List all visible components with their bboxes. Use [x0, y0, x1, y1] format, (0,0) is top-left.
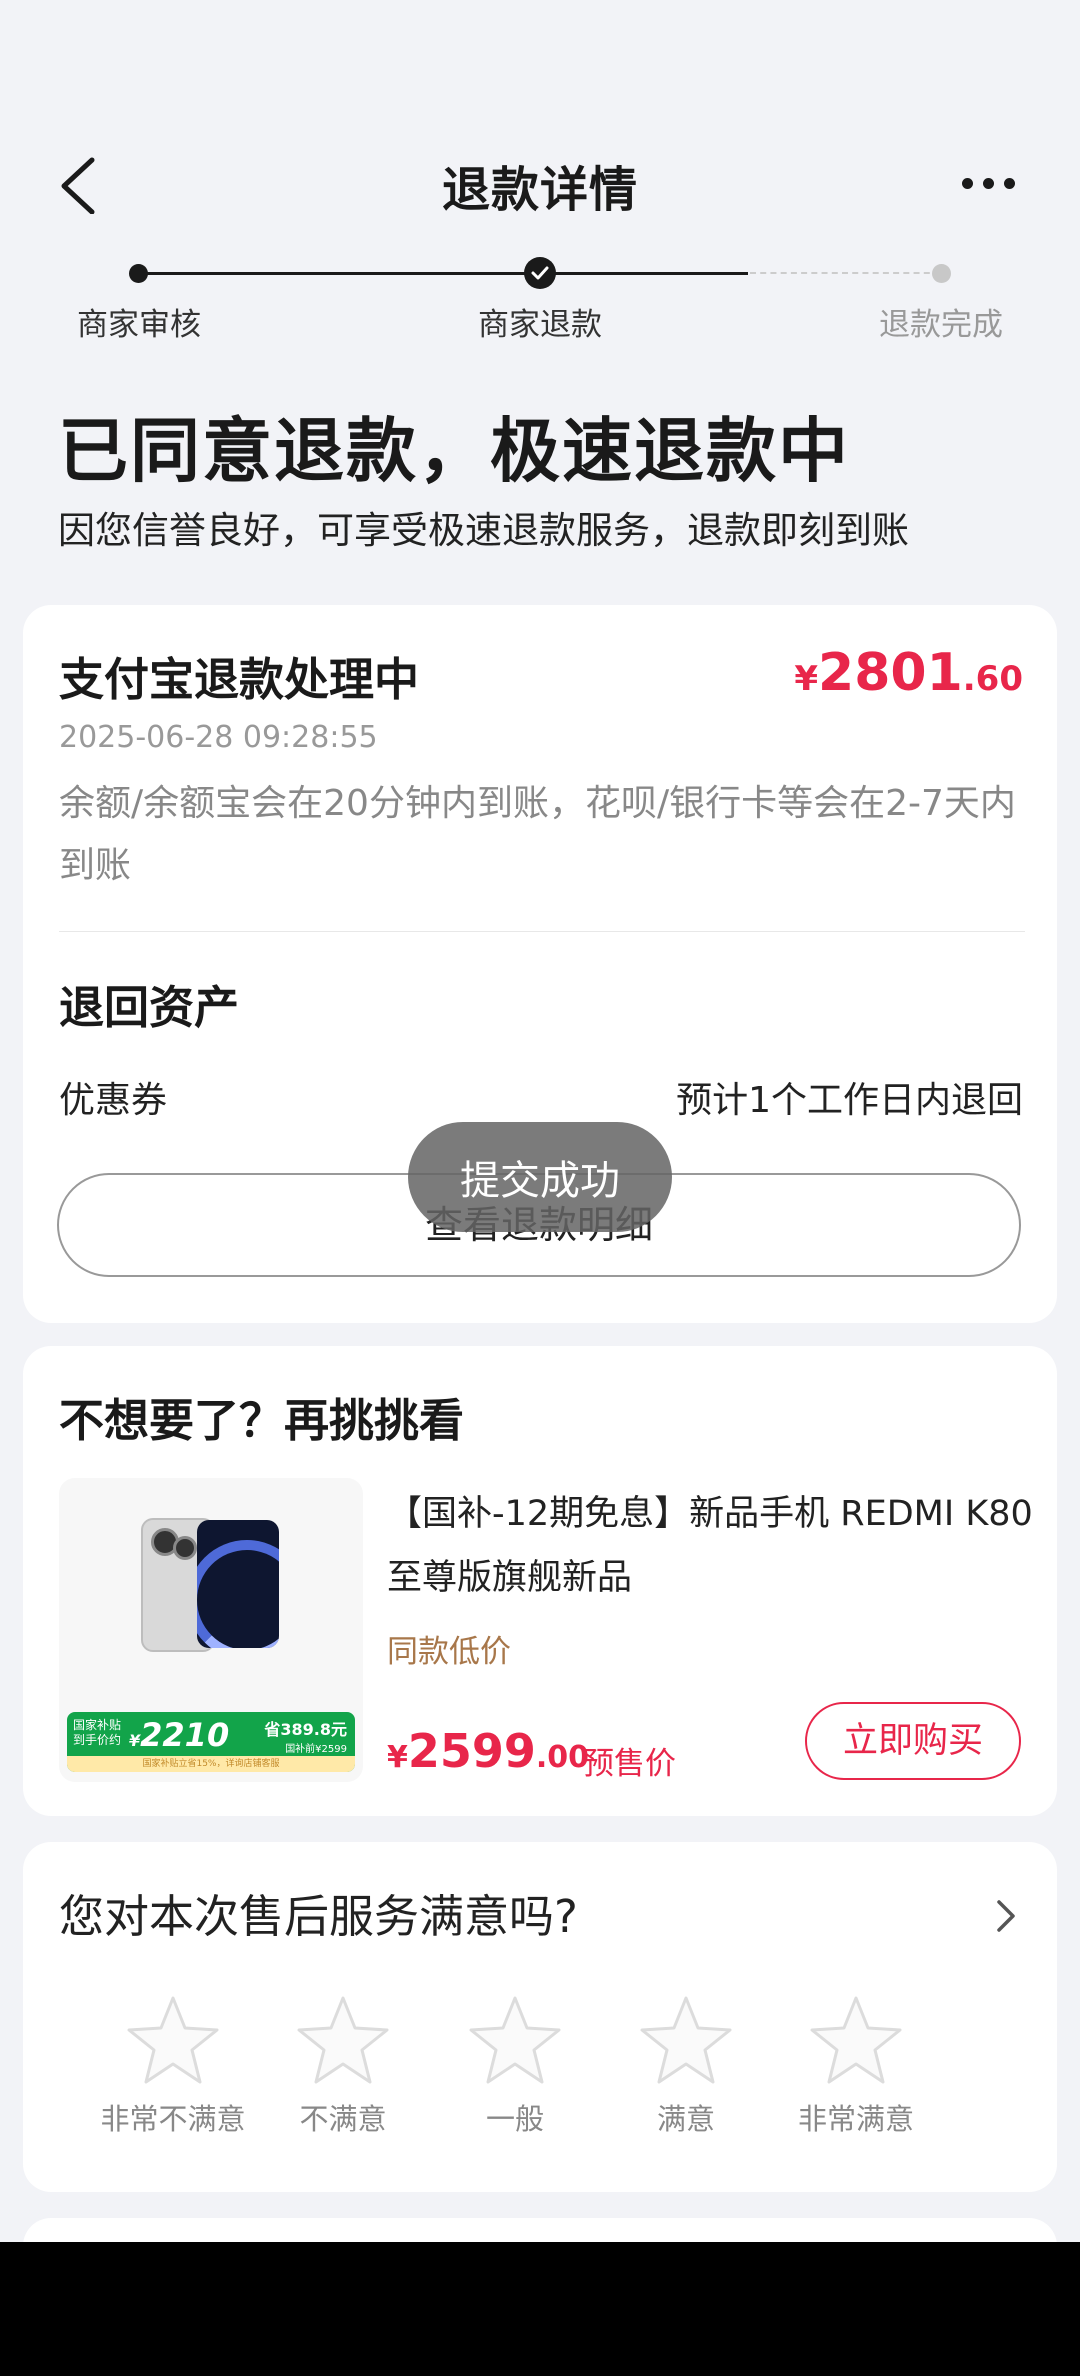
progress-line-completed: [138, 272, 538, 275]
star-icon: [127, 1996, 219, 2084]
subsidy-promo-badge: 国家补贴 到手价约 ¥2210 省389.8元 国补前¥2599 国家补贴立省1…: [67, 1712, 355, 1772]
rating-label: 一般: [485, 2102, 544, 2136]
refund-amount: ¥2801.60: [794, 643, 1023, 703]
progress-line-pending: [750, 272, 940, 274]
rating-option[interactable]: 非常不满意: [88, 1992, 258, 2138]
star-icon: [810, 1996, 902, 2084]
more-dot-icon: [962, 178, 973, 189]
recommendation-title: 不想要了？再挑挑看: [59, 1394, 465, 1447]
step-dot-pending-icon: [932, 264, 951, 283]
more-options-button[interactable]: [962, 174, 1032, 194]
buy-now-button[interactable]: 立即购买: [805, 1702, 1021, 1780]
rating-label: 非常不满意: [100, 2102, 246, 2136]
satisfaction-card: 您对本次售后服务满意吗? 非常不满意 不满意 一般 满意 非常满意: [23, 1842, 1057, 2192]
page-title: 退款详情: [441, 162, 638, 218]
coupon-label: 优惠券: [59, 1080, 168, 1121]
rating-label: 满意: [656, 2102, 715, 2136]
refund-timestamp: 2025-06-28 09:28:55: [59, 720, 378, 755]
phone-front-image: [197, 1520, 279, 1648]
product-name[interactable]: 【国补-12期免息】新品手机 REDMI K80 至尊版旗舰新品: [387, 1482, 1047, 1610]
chevron-right-icon[interactable]: [991, 1896, 1021, 1936]
assets-title: 退回资产: [59, 981, 240, 1034]
satisfaction-title[interactable]: 您对本次售后服务满意吗?: [59, 1880, 578, 1945]
star-icon: [640, 1996, 732, 2084]
status-subline: 因您信誉良好，可享受极速退款服务，退款即刻到账: [58, 509, 909, 552]
product-price: ¥2599.00: [387, 1724, 590, 1778]
step-label: 商家审核: [77, 307, 201, 343]
rating-label: 非常满意: [797, 2102, 914, 2136]
rating-option[interactable]: 非常满意: [771, 1992, 941, 2138]
refund-description: 余额/余额宝会在20分钟内到账，花呗/银行卡等会在2-7天内到账: [59, 783, 1016, 886]
progress-line-completed: [540, 272, 748, 275]
step-label: 商家退款: [478, 307, 602, 343]
star-icon: [469, 1996, 561, 2084]
refund-title: 支付宝退款处理中: [59, 653, 420, 706]
rating-option[interactable]: 不满意: [258, 1992, 428, 2138]
low-price-tag: 同款低价: [387, 1634, 511, 1670]
step-dot-icon: [129, 264, 148, 283]
divider: [59, 931, 1025, 932]
star-icon: [297, 1996, 389, 2084]
step-check-icon: [524, 257, 556, 289]
system-navigation-bar: [0, 2242, 1080, 2376]
toast-message: 提交成功: [408, 1122, 672, 1232]
presale-label: 预售价: [583, 1746, 676, 1782]
rating-option[interactable]: 满意: [601, 1992, 771, 2138]
recommendation-card: 不想要了？再挑挑看 国家补贴 到手价约 ¥2210 省389.8元 国补前¥25…: [23, 1346, 1057, 1816]
more-dot-icon: [983, 178, 994, 189]
status-headline: 已同意退款，极速退款中: [58, 410, 850, 492]
rating-option[interactable]: 一般: [430, 1992, 600, 2138]
product-image[interactable]: 国家补贴 到手价约 ¥2210 省389.8元 国补前¥2599 国家补贴立省1…: [59, 1478, 363, 1782]
step-label: 退款完成: [879, 307, 1003, 343]
more-dot-icon: [1004, 178, 1015, 189]
coupon-return-time: 预计1个工作日内退回: [676, 1080, 1023, 1121]
rating-label: 不满意: [299, 2102, 387, 2136]
refund-progress: 商家审核 商家退款 退款完成: [0, 255, 1080, 350]
nav-bar: 退款详情: [0, 140, 1080, 230]
